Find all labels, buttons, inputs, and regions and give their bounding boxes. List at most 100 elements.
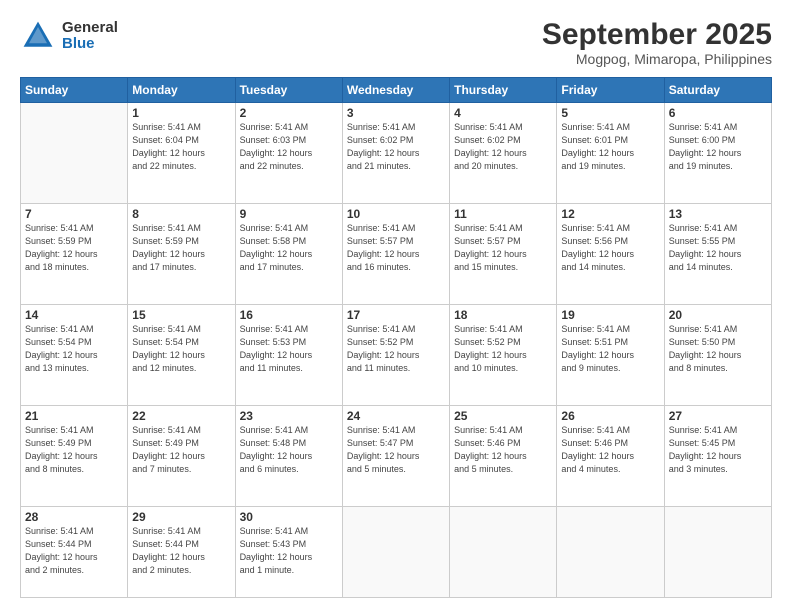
day-number: 14	[25, 308, 123, 322]
day-info: Sunrise: 5:41 AM Sunset: 5:57 PM Dayligh…	[454, 222, 552, 274]
weekday-header-friday: Friday	[557, 78, 664, 103]
day-number: 18	[454, 308, 552, 322]
day-info: Sunrise: 5:41 AM Sunset: 6:01 PM Dayligh…	[561, 121, 659, 173]
day-info: Sunrise: 5:41 AM Sunset: 5:58 PM Dayligh…	[240, 222, 338, 274]
day-number: 22	[132, 409, 230, 423]
weekday-header-tuesday: Tuesday	[235, 78, 342, 103]
day-info: Sunrise: 5:41 AM Sunset: 5:55 PM Dayligh…	[669, 222, 767, 274]
day-number: 4	[454, 106, 552, 120]
day-info: Sunrise: 5:41 AM Sunset: 5:49 PM Dayligh…	[132, 424, 230, 476]
logo: General Blue	[20, 18, 118, 54]
day-number: 15	[132, 308, 230, 322]
day-info: Sunrise: 5:41 AM Sunset: 5:56 PM Dayligh…	[561, 222, 659, 274]
calendar-cell	[21, 103, 128, 204]
calendar-cell: 3Sunrise: 5:41 AM Sunset: 6:02 PM Daylig…	[342, 103, 449, 204]
day-number: 28	[25, 510, 123, 524]
day-info: Sunrise: 5:41 AM Sunset: 5:44 PM Dayligh…	[25, 525, 123, 577]
calendar-week-row: 28Sunrise: 5:41 AM Sunset: 5:44 PM Dayli…	[21, 506, 772, 597]
day-number: 23	[240, 409, 338, 423]
calendar-cell: 11Sunrise: 5:41 AM Sunset: 5:57 PM Dayli…	[450, 203, 557, 304]
logo-icon	[20, 18, 56, 54]
logo-general-text: General	[62, 20, 118, 37]
day-number: 2	[240, 106, 338, 120]
day-number: 19	[561, 308, 659, 322]
day-info: Sunrise: 5:41 AM Sunset: 5:53 PM Dayligh…	[240, 323, 338, 375]
day-info: Sunrise: 5:41 AM Sunset: 5:48 PM Dayligh…	[240, 424, 338, 476]
logo-blue-text: Blue	[62, 36, 118, 53]
day-info: Sunrise: 5:41 AM Sunset: 5:50 PM Dayligh…	[669, 323, 767, 375]
day-info: Sunrise: 5:41 AM Sunset: 6:02 PM Dayligh…	[454, 121, 552, 173]
day-number: 9	[240, 207, 338, 221]
calendar-cell: 25Sunrise: 5:41 AM Sunset: 5:46 PM Dayli…	[450, 405, 557, 506]
calendar-cell: 28Sunrise: 5:41 AM Sunset: 5:44 PM Dayli…	[21, 506, 128, 597]
day-info: Sunrise: 5:41 AM Sunset: 5:54 PM Dayligh…	[25, 323, 123, 375]
calendar-cell: 19Sunrise: 5:41 AM Sunset: 5:51 PM Dayli…	[557, 304, 664, 405]
calendar-cell: 5Sunrise: 5:41 AM Sunset: 6:01 PM Daylig…	[557, 103, 664, 204]
weekday-header-sunday: Sunday	[21, 78, 128, 103]
day-info: Sunrise: 5:41 AM Sunset: 5:59 PM Dayligh…	[132, 222, 230, 274]
calendar-title: September 2025	[542, 18, 772, 51]
calendar-cell: 23Sunrise: 5:41 AM Sunset: 5:48 PM Dayli…	[235, 405, 342, 506]
calendar-week-row: 21Sunrise: 5:41 AM Sunset: 5:49 PM Dayli…	[21, 405, 772, 506]
day-number: 11	[454, 207, 552, 221]
calendar-cell: 12Sunrise: 5:41 AM Sunset: 5:56 PM Dayli…	[557, 203, 664, 304]
calendar-cell: 8Sunrise: 5:41 AM Sunset: 5:59 PM Daylig…	[128, 203, 235, 304]
calendar-cell: 24Sunrise: 5:41 AM Sunset: 5:47 PM Dayli…	[342, 405, 449, 506]
day-number: 3	[347, 106, 445, 120]
calendar-cell: 29Sunrise: 5:41 AM Sunset: 5:44 PM Dayli…	[128, 506, 235, 597]
day-number: 30	[240, 510, 338, 524]
day-info: Sunrise: 5:41 AM Sunset: 5:45 PM Dayligh…	[669, 424, 767, 476]
day-number: 16	[240, 308, 338, 322]
day-number: 20	[669, 308, 767, 322]
calendar-cell: 7Sunrise: 5:41 AM Sunset: 5:59 PM Daylig…	[21, 203, 128, 304]
calendar-cell: 1Sunrise: 5:41 AM Sunset: 6:04 PM Daylig…	[128, 103, 235, 204]
day-number: 26	[561, 409, 659, 423]
weekday-header-monday: Monday	[128, 78, 235, 103]
day-number: 7	[25, 207, 123, 221]
header: General Blue September 2025 Mogpog, Mima…	[20, 18, 772, 67]
day-number: 24	[347, 409, 445, 423]
day-info: Sunrise: 5:41 AM Sunset: 6:03 PM Dayligh…	[240, 121, 338, 173]
weekday-header-row: SundayMondayTuesdayWednesdayThursdayFrid…	[21, 78, 772, 103]
day-info: Sunrise: 5:41 AM Sunset: 5:51 PM Dayligh…	[561, 323, 659, 375]
day-number: 21	[25, 409, 123, 423]
calendar-week-row: 7 Sunrise: 5:41 AM Sunset: 5:59 PM Daylig…	[21, 203, 772, 304]
weekday-header-thursday: Thursday	[450, 78, 557, 103]
day-info: Sunrise: 5:41 AM Sunset: 6:02 PM Dayligh…	[347, 121, 445, 173]
calendar-table: SundayMondayTuesdayWednesdayThursdayFrid…	[20, 77, 772, 598]
day-number: 29	[132, 510, 230, 524]
day-number: 27	[669, 409, 767, 423]
calendar-cell: 18Sunrise: 5:41 AM Sunset: 5:52 PM Dayli…	[450, 304, 557, 405]
day-number: 1	[132, 106, 230, 120]
logo-text: General Blue	[62, 20, 118, 53]
calendar-cell: 9Sunrise: 5:41 AM Sunset: 5:58 PM Daylig…	[235, 203, 342, 304]
day-info: Sunrise: 5:41 AM Sunset: 5:49 PM Dayligh…	[25, 424, 123, 476]
calendar-cell: 14Sunrise: 5:41 AM Sunset: 5:54 PM Dayli…	[21, 304, 128, 405]
calendar-cell	[557, 506, 664, 597]
day-number: 17	[347, 308, 445, 322]
day-info: Sunrise: 5:41 AM Sunset: 5:44 PM Dayligh…	[132, 525, 230, 577]
title-block: September 2025 Mogpog, Mimaropa, Philipp…	[542, 18, 772, 67]
calendar-week-row: 1Sunrise: 5:41 AM Sunset: 6:04 PM Daylig…	[21, 103, 772, 204]
day-info: Sunrise: 5:41 AM Sunset: 5:43 PM Dayligh…	[240, 525, 338, 577]
day-number: 12	[561, 207, 659, 221]
calendar-cell: 4Sunrise: 5:41 AM Sunset: 6:02 PM Daylig…	[450, 103, 557, 204]
calendar-cell: 10Sunrise: 5:41 AM Sunset: 5:57 PM Dayli…	[342, 203, 449, 304]
day-info: Sunrise: 5:41 AM Sunset: 6:04 PM Dayligh…	[132, 121, 230, 173]
calendar-cell: 2Sunrise: 5:41 AM Sunset: 6:03 PM Daylig…	[235, 103, 342, 204]
weekday-header-saturday: Saturday	[664, 78, 771, 103]
calendar-cell: 16Sunrise: 5:41 AM Sunset: 5:53 PM Dayli…	[235, 304, 342, 405]
weekday-header-wednesday: Wednesday	[342, 78, 449, 103]
calendar-cell: 21Sunrise: 5:41 AM Sunset: 5:49 PM Dayli…	[21, 405, 128, 506]
day-info: Sunrise: 5:41 AM Sunset: 5:47 PM Dayligh…	[347, 424, 445, 476]
calendar-subtitle: Mogpog, Mimaropa, Philippines	[542, 51, 772, 67]
day-info: Sunrise: 5:41 AM Sunset: 5:54 PM Dayligh…	[132, 323, 230, 375]
calendar-cell: 22Sunrise: 5:41 AM Sunset: 5:49 PM Dayli…	[128, 405, 235, 506]
day-info: Sunrise: 5:41 AM Sunset: 5:46 PM Dayligh…	[454, 424, 552, 476]
page: General Blue September 2025 Mogpog, Mima…	[0, 0, 792, 612]
calendar-cell: 6Sunrise: 5:41 AM Sunset: 6:00 PM Daylig…	[664, 103, 771, 204]
day-info: Sunrise: 5:41 AM Sunset: 5:46 PM Dayligh…	[561, 424, 659, 476]
calendar-cell: 15Sunrise: 5:41 AM Sunset: 5:54 PM Dayli…	[128, 304, 235, 405]
calendar-cell: 30Sunrise: 5:41 AM Sunset: 5:43 PM Dayli…	[235, 506, 342, 597]
calendar-cell: 20Sunrise: 5:41 AM Sunset: 5:50 PM Dayli…	[664, 304, 771, 405]
